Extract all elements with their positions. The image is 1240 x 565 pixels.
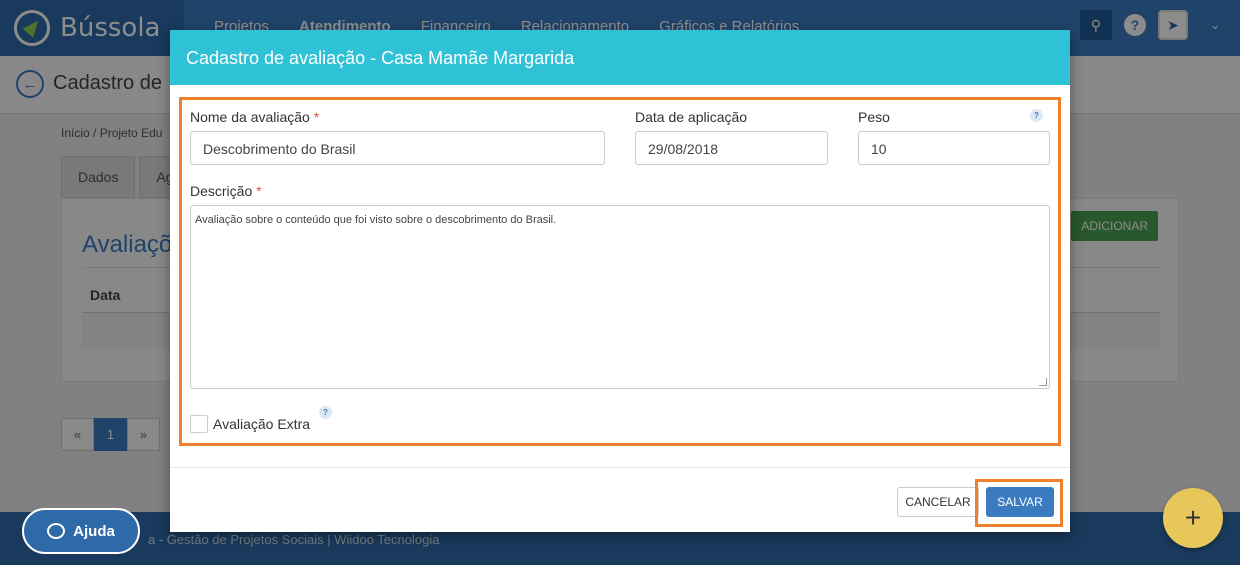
extra-label: Avaliação Extra (213, 416, 311, 432)
name-label: Nome da avaliação * (190, 109, 320, 125)
weight-input[interactable]: 10 (858, 131, 1050, 165)
description-textarea[interactable]: Avaliação sobre o conteúdo que foi visto… (190, 205, 1050, 389)
modal-title: Cadastro de avaliação - Casa Mamãe Marga… (170, 30, 1070, 85)
extra-help-icon[interactable]: ? (319, 406, 332, 419)
weight-label: Peso (858, 109, 890, 125)
date-input[interactable]: 29/08/2018 (635, 131, 828, 165)
modal-footer-divider (170, 467, 1070, 468)
help-chat-button[interactable]: Ajuda (22, 508, 140, 554)
required-mark: * (256, 183, 262, 199)
cancel-button[interactable]: CANCELAR (897, 487, 979, 517)
resize-handle[interactable] (1039, 378, 1047, 386)
evaluation-modal: Cadastro de avaliação - Casa Mamãe Marga… (170, 30, 1070, 532)
chat-bubble-icon (47, 523, 66, 539)
name-input[interactable]: Descobrimento do Brasil (190, 131, 605, 165)
description-label: Descrição * (190, 183, 262, 199)
fab-add-button[interactable]: + (1163, 488, 1223, 548)
save-button[interactable]: SALVAR (986, 487, 1054, 517)
weight-help-icon[interactable]: ? (1030, 109, 1043, 122)
date-label: Data de aplicação (635, 109, 748, 125)
required-mark: * (313, 109, 320, 125)
help-chat-label: Ajuda (73, 522, 115, 540)
extra-checkbox[interactable] (190, 415, 208, 433)
